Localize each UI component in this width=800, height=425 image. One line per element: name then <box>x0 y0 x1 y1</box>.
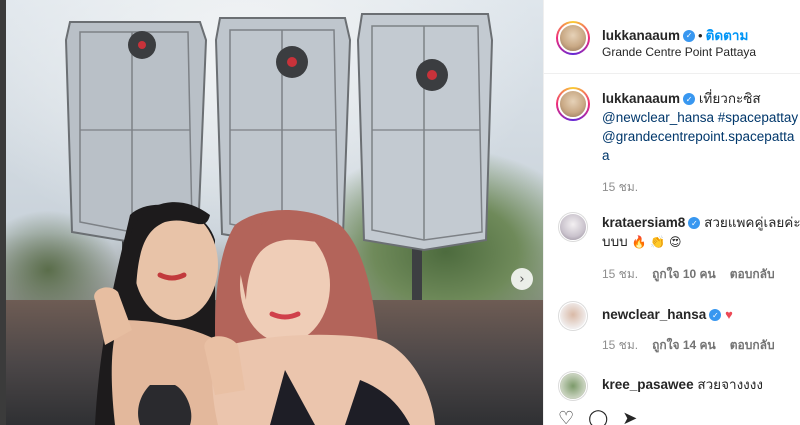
caption-text: เที่ยวกะซิส <box>698 91 761 106</box>
caption-timestamp: 15 ชม. <box>602 180 639 194</box>
comment-text-line2: บบบ <box>602 234 628 249</box>
post-header: lukkanaaum ✓ • ติดตาม Grande Centre Point P… <box>544 0 800 74</box>
avatar[interactable] <box>558 301 588 331</box>
post-author-username[interactable]: lukkanaaum <box>602 28 680 43</box>
reply-button[interactable]: ตอบกลับ <box>730 267 775 281</box>
comment-username[interactable]: krataersiam8 <box>602 215 685 230</box>
mention-link[interactable]: @grandecentrepoint.spacepatta <box>602 129 794 144</box>
post-side-panel: lukkanaaum ✓ • ติดตาม Grande Centre Point P… <box>543 0 800 425</box>
comment-emojis: 🔥 👏 😍 <box>631 235 682 249</box>
comment-username[interactable]: kree_pasawee <box>602 377 694 392</box>
heart-icon[interactable]: ♡ <box>558 410 574 425</box>
photo-edge <box>0 0 6 425</box>
post-photo[interactable]: › <box>0 0 543 425</box>
mention-link-tail[interactable]: a <box>602 148 610 163</box>
verified-badge-icon: ✓ <box>688 217 701 230</box>
comment-likes[interactable]: ถูกใจ 14 คน <box>652 338 716 352</box>
two-women <box>94 202 435 425</box>
avatar[interactable] <box>556 21 590 55</box>
post-location[interactable]: Grande Centre Point Pattaya <box>602 45 756 59</box>
hashtag-link[interactable]: #spacepattay <box>718 110 798 125</box>
comment-text: สวยจางงงง <box>697 377 763 392</box>
comment-likes[interactable]: ถูกใจ 10 คน <box>652 267 716 281</box>
comment-timestamp: 15 ชม. <box>602 338 639 352</box>
chevron-right-icon[interactable]: › <box>511 268 533 290</box>
comment-timestamp: 15 ชม. <box>602 267 639 281</box>
reply-button[interactable]: ตอบกลับ <box>730 338 775 352</box>
share-icon[interactable]: ➤ <box>622 410 637 425</box>
mention-link[interactable]: @newclear_hansa <box>602 110 714 125</box>
verified-badge-icon: ✓ <box>683 93 696 106</box>
comment-icon[interactable]: ◯ <box>588 410 608 425</box>
avatar[interactable] <box>558 212 588 242</box>
comment-username[interactable]: newclear_hansa <box>602 307 706 322</box>
verified-badge-icon: ✓ <box>709 309 722 322</box>
caption-username[interactable]: lukkanaaum <box>602 91 680 106</box>
heart-icon: ♥ <box>725 307 733 322</box>
verified-badge-icon: ✓ <box>683 29 696 42</box>
comment-text: สวยแพคคู่เลยค่ะ <box>704 215 800 230</box>
follow-button[interactable]: ติดตาม <box>706 28 749 43</box>
post-actions: ♡ ◯ ➤ <box>558 410 637 425</box>
separator-dot: • <box>698 28 703 43</box>
avatar[interactable] <box>558 371 588 401</box>
avatar[interactable] <box>556 87 590 121</box>
